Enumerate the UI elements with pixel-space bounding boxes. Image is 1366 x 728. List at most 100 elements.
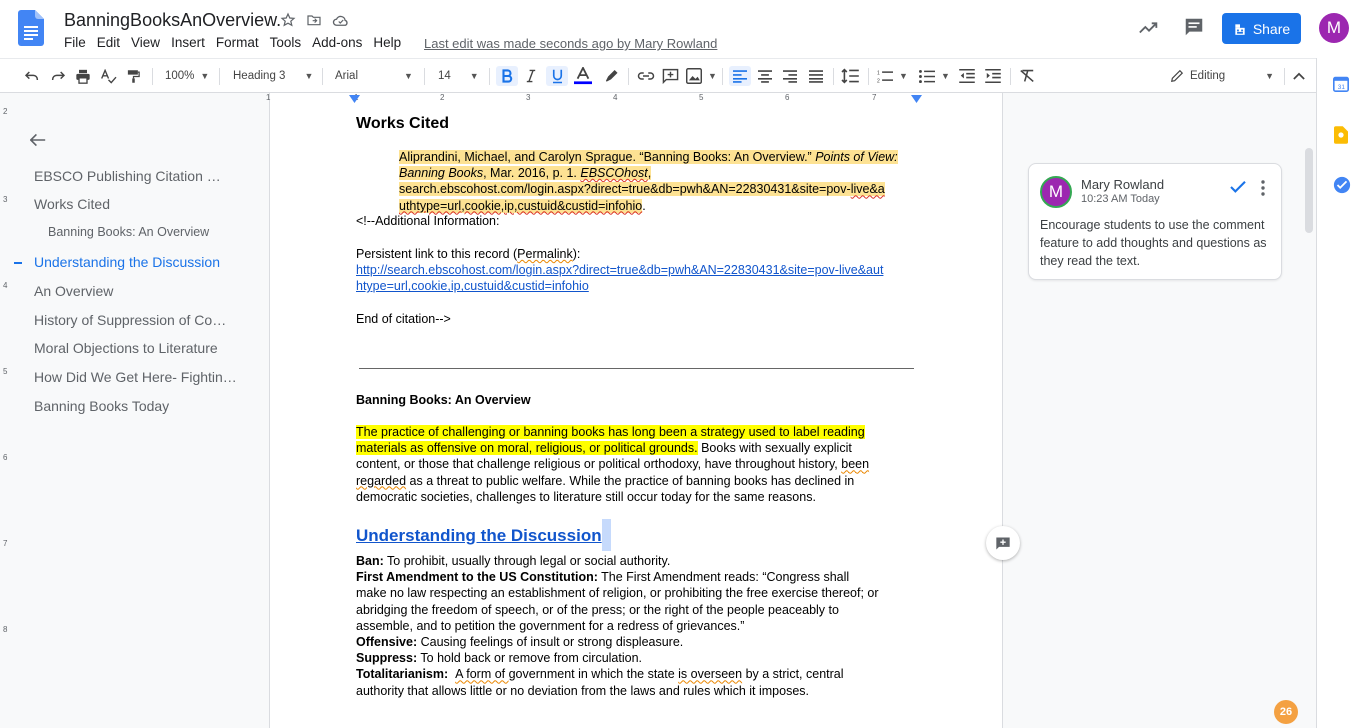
- zoom-value: 100%: [165, 70, 195, 82]
- align-right-icon[interactable]: [783, 66, 797, 86]
- move-folder-icon[interactable]: [306, 12, 322, 28]
- cloud-status-icon[interactable]: [332, 12, 350, 28]
- outline-item-an-overview[interactable]: An Overview: [34, 283, 244, 299]
- overview-heading[interactable]: Banning Books: An Overview: [356, 392, 531, 408]
- align-center-icon[interactable]: [758, 66, 772, 86]
- comment-history-icon[interactable]: [1183, 16, 1205, 38]
- end-citation-text[interactable]: End of citation-->: [356, 311, 451, 327]
- citation-text: , Mar. 2016, p. 1.: [483, 166, 581, 181]
- persistent-link[interactable]: http://search.ebscohost.com/login.aspx?d…: [356, 262, 926, 294]
- last-edit-link[interactable]: Last edit was made seconds ago by Mary R…: [424, 36, 717, 51]
- share-button[interactable]: Share: [1222, 13, 1301, 44]
- left-indent-marker-icon[interactable]: [349, 95, 360, 104]
- style-select[interactable]: Heading 3 ▼: [233, 66, 313, 86]
- outline-item-history[interactable]: History of Suppression of Co…: [34, 312, 234, 328]
- scrollbar-thumb[interactable]: [1305, 148, 1313, 233]
- chevron-down-icon: ▼: [304, 71, 314, 81]
- redo-icon[interactable]: [50, 66, 66, 86]
- menu-format[interactable]: Format: [216, 35, 259, 50]
- font-value: Arial: [335, 70, 359, 82]
- tasks-icon[interactable]: [1333, 176, 1351, 194]
- svg-text:2: 2: [877, 78, 880, 84]
- add-comment-icon: [995, 536, 1011, 551]
- editing-mode-select[interactable]: Editing ▼: [1170, 66, 1274, 86]
- font-select[interactable]: Arial ▼: [335, 66, 413, 86]
- highlight-color-icon[interactable]: [603, 66, 619, 86]
- menu-addons[interactable]: Add-ons: [312, 35, 362, 50]
- add-comment-icon[interactable]: [662, 66, 679, 86]
- definition-text: To prohibit, usually through legal or so…: [383, 554, 671, 568]
- zoom-select[interactable]: 100% ▼: [165, 66, 209, 86]
- italic-icon[interactable]: [525, 66, 537, 86]
- menu-edit[interactable]: Edit: [97, 35, 120, 50]
- more-options-icon[interactable]: [1261, 180, 1265, 196]
- works-cited-heading[interactable]: Works Cited: [356, 115, 449, 132]
- editing-mode-label: Editing: [1190, 70, 1226, 82]
- outline-item-works-cited[interactable]: Works Cited: [34, 196, 244, 212]
- print-icon[interactable]: [75, 66, 91, 86]
- undo-icon[interactable]: [24, 66, 40, 86]
- user-avatar[interactable]: M: [1319, 13, 1349, 43]
- understanding-heading-text: Understanding the Discussion: [356, 526, 602, 545]
- activity-trend-icon[interactable]: [1138, 17, 1160, 37]
- additional-info-text[interactable]: <!--Additional Information:: [356, 213, 499, 229]
- definition-text: abridging the freedom of speech, or of t…: [356, 602, 839, 617]
- notification-badge[interactable]: 26: [1274, 700, 1298, 724]
- align-left-icon[interactable]: [729, 66, 751, 86]
- citation-paragraph[interactable]: Aliprandini, Michael, and Carolyn Spragu…: [399, 149, 919, 214]
- numbered-list-icon[interactable]: 1 2 ▼: [877, 66, 908, 86]
- comment-card[interactable]: M Mary Rowland 10:23 AM Today Encourage …: [1028, 163, 1282, 280]
- increase-indent-icon[interactable]: [985, 66, 1001, 86]
- align-justify-icon[interactable]: [809, 66, 823, 86]
- persistent-link-label[interactable]: Persistent link to this record (Permalin…: [356, 246, 580, 262]
- outline-item-moral-objections[interactable]: Moral Objections to Literature: [34, 340, 244, 356]
- outline-item-banning-overview[interactable]: Banning Books: An Overview: [48, 225, 244, 239]
- menu-help[interactable]: Help: [373, 35, 401, 50]
- horizontal-ruler[interactable]: 1 1 2 3 4 5 6 7: [0, 93, 1316, 105]
- decrease-indent-icon[interactable]: [959, 66, 975, 86]
- share-lock-icon: [1233, 22, 1247, 36]
- menu-view[interactable]: View: [131, 35, 160, 50]
- outline-item-how-did-we[interactable]: How Did We Get Here- Fightin…: [34, 369, 239, 385]
- definitions-block[interactable]: Ban: To prohibit, usually through legal …: [356, 553, 916, 699]
- menu-file[interactable]: File: [64, 35, 86, 50]
- outline-item-ebsco[interactable]: EBSCO Publishing Citation …: [34, 168, 244, 184]
- bold-icon[interactable]: [496, 66, 518, 86]
- line-spacing-icon[interactable]: [841, 66, 859, 86]
- menu-insert[interactable]: Insert: [171, 35, 205, 50]
- font-size-select[interactable]: 14 ▼: [438, 66, 479, 86]
- overview-paragraph[interactable]: The practice of challenging or banning b…: [356, 424, 916, 505]
- outline-item-understanding[interactable]: Understanding the Discussion: [34, 254, 244, 270]
- chevron-down-icon: ▼: [1265, 71, 1275, 81]
- insert-image-icon[interactable]: ▼: [686, 66, 717, 86]
- insert-link-icon[interactable]: [637, 66, 655, 86]
- calendar-icon[interactable]: 31: [1333, 76, 1349, 92]
- star-icon[interactable]: [280, 12, 296, 28]
- bulleted-list-icon[interactable]: ▼: [919, 66, 950, 86]
- document-title[interactable]: BanningBooksAnOverview.: [64, 10, 281, 31]
- outline-selection-bar: [14, 262, 22, 264]
- underline-icon[interactable]: [546, 66, 568, 86]
- keep-icon[interactable]: [1334, 126, 1348, 144]
- paint-format-icon[interactable]: [126, 66, 141, 86]
- outline-item-banning-today[interactable]: Banning Books Today: [34, 398, 244, 414]
- chevron-down-icon: ▼: [708, 71, 717, 81]
- vertical-ruler[interactable]: 2 3 4 5 6 7 8: [0, 105, 12, 728]
- document-page[interactable]: Works Cited Aliprandini, Michael, and Ca…: [269, 105, 1003, 728]
- docs-logo-icon[interactable]: [18, 10, 44, 46]
- text-color-icon[interactable]: [574, 66, 592, 86]
- header: BanningBooksAnOverview. File Edit View I…: [0, 0, 1366, 58]
- collapse-menus-icon[interactable]: [1293, 66, 1305, 86]
- understanding-heading[interactable]: Understanding the Discussion: [356, 519, 611, 551]
- resolve-check-icon[interactable]: [1229, 180, 1247, 194]
- spellcheck-icon[interactable]: [100, 66, 117, 86]
- back-arrow-icon[interactable]: [30, 133, 46, 147]
- paragraph-text: Books with sexually explicit: [697, 441, 852, 456]
- add-comment-button[interactable]: [986, 526, 1020, 560]
- toolbar-separator: [722, 68, 723, 85]
- menu-tools[interactable]: Tools: [270, 35, 302, 50]
- right-indent-marker-icon[interactable]: [911, 95, 922, 104]
- clear-formatting-icon[interactable]: [1019, 66, 1035, 86]
- term-suppress: Suppress:: [356, 651, 418, 666]
- toolbar-separator: [219, 68, 220, 85]
